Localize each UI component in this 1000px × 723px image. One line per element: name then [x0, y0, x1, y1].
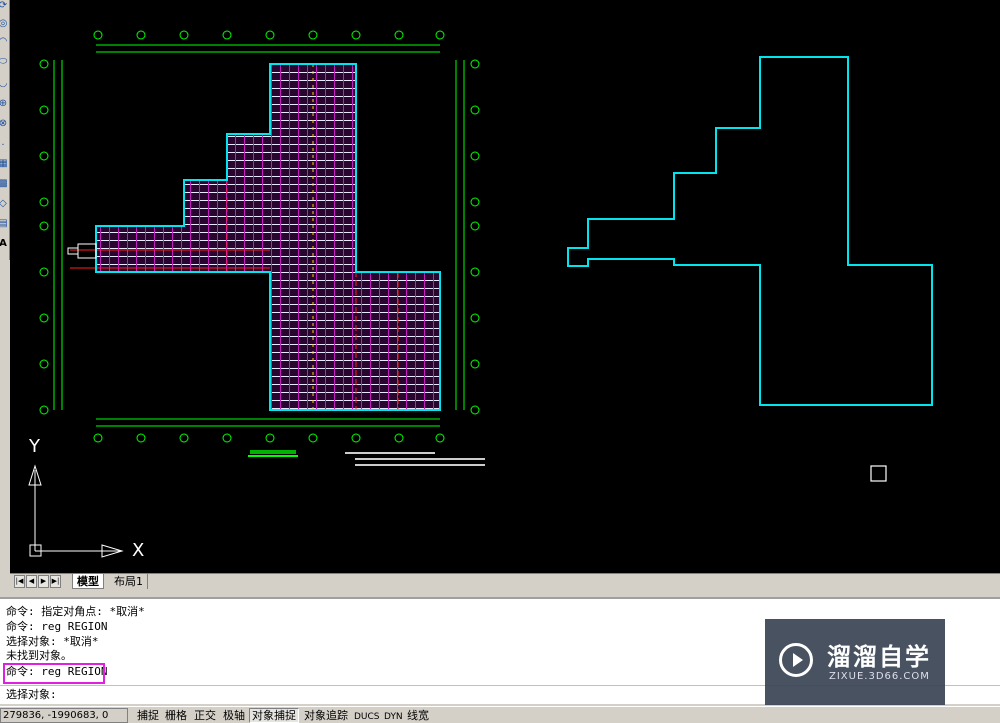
tab-model[interactable]: 模型 [72, 574, 104, 589]
highlight-box [3, 663, 105, 684]
insert-block-icon[interactable]: ⊕ [0, 98, 9, 110]
command-prompt[interactable]: 选择对象: [6, 688, 57, 702]
model-space-drawing [28, 30, 933, 558]
lineweight-toggle[interactable]: 线宽 [404, 708, 432, 723]
ducs-toggle[interactable]: DUCS [351, 709, 383, 723]
floor-plan [39, 30, 485, 466]
last-tab-button[interactable]: ▶| [50, 575, 61, 588]
drawing-area[interactable]: Y X [10, 0, 1000, 573]
axis-bubbles-left [39, 59, 49, 415]
mtext-icon[interactable]: A [0, 238, 9, 250]
command-history-line: 未找到对象。 [6, 649, 72, 662]
axis-bubbles-top [93, 30, 445, 40]
play-icon [779, 643, 813, 677]
region-outline [567, 56, 933, 406]
autocad-window: ⟳ ◎ ◠ ⬭ ◡ ⊕ ⊗ · ▦ ▩ ◇ ▤ A [0, 0, 1000, 723]
building-hatch [96, 64, 440, 410]
grid-toggle[interactable]: 栅格 [162, 708, 190, 723]
pickbox-cursor [870, 465, 887, 482]
axis-bubbles-bottom [93, 433, 445, 443]
command-history-line: 命令: 指定对角点: *取消* [6, 605, 145, 618]
tab-layout1[interactable]: 布局1 [110, 574, 148, 589]
ellipse-icon[interactable]: ⬭ [0, 56, 9, 68]
make-block-icon[interactable]: ⊗ [0, 118, 9, 130]
watermark-title: 溜溜自学 [827, 643, 931, 671]
plan-title-mark [250, 450, 296, 454]
point-icon[interactable]: · [0, 140, 9, 152]
pen-icon[interactable]: ⟳ [0, 0, 9, 12]
ucs-y-label: Y [29, 436, 40, 457]
watermark-logo: 溜溜自学 ZIXUE.3D66.COM [765, 619, 945, 705]
status-bar: 279836, -1990683, 0 捕捉 栅格 正交 极轴 对象捕捉 对象追… [0, 706, 1000, 723]
draw-toolbar: ⟳ ◎ ◠ ⬭ ◡ ⊕ ⊗ · ▦ ▩ ◇ ▤ A [0, 0, 10, 260]
gradient-icon[interactable]: ▩ [0, 178, 9, 190]
osnap-toggle[interactable]: 对象捕捉 [249, 708, 299, 723]
dyn-toggle[interactable]: DYN [381, 709, 406, 723]
ellipse-arc-icon[interactable]: ◡ [0, 78, 9, 90]
command-history-line: 选择对象: *取消* [6, 635, 99, 648]
revcloud-icon[interactable]: ◠ [0, 36, 9, 48]
snap-toggle[interactable]: 捕捉 [134, 708, 162, 723]
command-history-line: 命令: reg REGION [6, 620, 108, 633]
prev-tab-button[interactable]: ◀ [26, 575, 37, 588]
otrack-toggle[interactable]: 对象追踪 [301, 708, 351, 723]
entrance-outline [67, 243, 97, 259]
hatch-icon[interactable]: ▦ [0, 158, 9, 170]
region-icon[interactable]: ◎ [0, 18, 9, 30]
ucs-icon [28, 464, 124, 558]
layout-tab-bar: |◀ ◀ ▶ ▶| 模型 布局1 [10, 573, 1000, 589]
watermark-url: ZIXUE.3D66.COM [829, 671, 930, 682]
ortho-toggle[interactable]: 正交 [191, 708, 219, 723]
next-tab-button[interactable]: ▶ [38, 575, 49, 588]
polar-toggle[interactable]: 极轴 [220, 708, 248, 723]
coordinate-readout[interactable]: 279836, -1990683, 0 [0, 708, 128, 723]
table-icon[interactable]: ▤ [0, 218, 9, 230]
ucs-x-label: X [132, 540, 145, 561]
boundary-icon[interactable]: ◇ [0, 198, 9, 210]
plan-notes [345, 452, 485, 466]
first-tab-button[interactable]: |◀ [14, 575, 25, 588]
axis-bubbles-right [470, 59, 480, 415]
